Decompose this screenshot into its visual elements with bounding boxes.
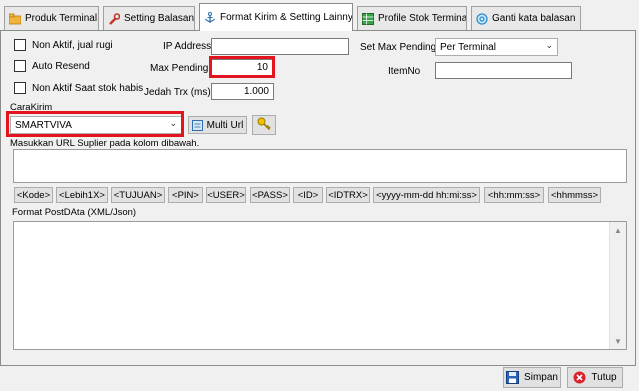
set-max-pending-label: Set Max Pending: [360, 42, 437, 53]
postdata-label: Format PostDAta (XML/Json): [12, 207, 137, 218]
tag-button-tujuan[interactable]: <TUJUAN>: [111, 187, 165, 203]
select-value: SMARTVIVA: [15, 119, 72, 131]
max-pending-label: Max Pending: [150, 63, 209, 74]
tab-format-kirim[interactable]: Format Kirim & Setting Lainnya: [199, 3, 353, 31]
tab-label: Produk Terminal: [25, 13, 98, 24]
cara-kirim-select[interactable]: SMARTVIVA ⌄: [10, 116, 182, 134]
tab-profile-stok[interactable]: Profile Stok Terminal: [357, 6, 467, 30]
multi-url-icon: [191, 119, 203, 131]
tab-strip: Produk Terminal Setting Balasan Format K…: [0, 0, 639, 31]
tag-button-kode[interactable]: <Kode>: [14, 187, 53, 203]
scroll-up-icon[interactable]: ▲: [610, 222, 626, 238]
tab-produk-terminal[interactable]: Produk Terminal: [4, 6, 99, 30]
key-icon: [257, 117, 271, 134]
ip-address-input[interactable]: [211, 38, 349, 55]
checkbox-label: Auto Resend: [32, 60, 90, 72]
checkbox-box[interactable]: [14, 82, 26, 94]
checkbox-label: Non Aktif Saat stok habis: [32, 82, 144, 94]
folder-icon: [8, 13, 22, 25]
close-button[interactable]: Tutup: [567, 367, 623, 388]
checkbox-box[interactable]: [14, 60, 26, 72]
tag-button-datetime[interactable]: <yyyy-mm-dd hh:mi:ss>: [373, 187, 480, 203]
tab-label: Format Kirim & Setting Lainnya: [220, 12, 353, 23]
select-value: Per Terminal: [440, 41, 496, 53]
max-pending-input[interactable]: [211, 59, 273, 76]
url-supplier-input[interactable]: [13, 149, 627, 183]
tag-button-idtrx[interactable]: <IDTRX>: [326, 187, 370, 203]
url-instruction-label: Masukkan URL Suplier pada kolom dibawah.: [10, 138, 200, 149]
itemno-label: ItemNo: [388, 66, 421, 77]
jedah-trx-label: Jedah Trx (ms): [144, 87, 211, 98]
refresh-circle-icon: [476, 12, 488, 25]
postdata-input[interactable]: ▲ ▼: [13, 221, 627, 350]
chevron-down-icon: ⌄: [545, 40, 553, 50]
tab-label: Setting Balasan: [124, 13, 195, 24]
multi-url-label: Multi Url: [206, 119, 244, 131]
cara-kirim-label: CaraKirim: [10, 102, 53, 113]
tag-button-lebih1x[interactable]: <Lebih1X>: [56, 187, 108, 203]
multi-url-button[interactable]: Multi Url: [188, 116, 247, 134]
ip-address-label: IP Address: [163, 41, 212, 52]
set-max-pending-select[interactable]: Per Terminal ⌄: [435, 38, 558, 56]
checkbox-label: Non Aktif, jual rugi: [32, 39, 113, 51]
itemno-input[interactable]: [435, 62, 572, 79]
tab-setting-balasan[interactable]: Setting Balasan: [103, 6, 195, 30]
floppy-disk-icon: [506, 371, 520, 384]
key-button[interactable]: [252, 115, 276, 135]
anchor-icon: [204, 11, 216, 24]
checkbox-non-aktif-jual-rugi[interactable]: Non Aktif, jual rugi: [14, 39, 113, 51]
scroll-down-icon[interactable]: ▼: [610, 333, 626, 349]
save-label: Simpan: [524, 372, 558, 383]
tab-label: Ganti kata balasan: [492, 13, 576, 24]
tag-button-pass[interactable]: <PASS>: [250, 187, 290, 203]
jedah-trx-input[interactable]: [211, 83, 274, 100]
tag-button-time[interactable]: <hh:mm:ss>: [484, 187, 544, 203]
spreadsheet-icon: [362, 12, 374, 25]
checkbox-auto-resend[interactable]: Auto Resend: [14, 60, 90, 72]
close-icon: [573, 371, 586, 384]
tab-label: Profile Stok Terminal: [378, 13, 467, 24]
close-label: Tutup: [591, 372, 617, 383]
checkbox-box[interactable]: [14, 39, 26, 51]
tab-ganti-kata-balasan[interactable]: Ganti kata balasan: [471, 6, 581, 30]
tag-button-pin[interactable]: <PIN>: [168, 187, 203, 203]
tag-button-user[interactable]: <USER>: [206, 187, 246, 203]
wrench-icon: [108, 12, 121, 25]
tag-button-id[interactable]: <ID>: [293, 187, 323, 203]
chevron-down-icon: ⌄: [169, 118, 177, 128]
postdata-scrollbar[interactable]: ▲ ▼: [609, 222, 626, 349]
tag-button-hhmmss[interactable]: <hhmmss>: [548, 187, 601, 203]
checkbox-non-aktif-stok-habis[interactable]: Non Aktif Saat stok habis: [14, 82, 143, 94]
save-button[interactable]: Simpan: [503, 367, 561, 388]
